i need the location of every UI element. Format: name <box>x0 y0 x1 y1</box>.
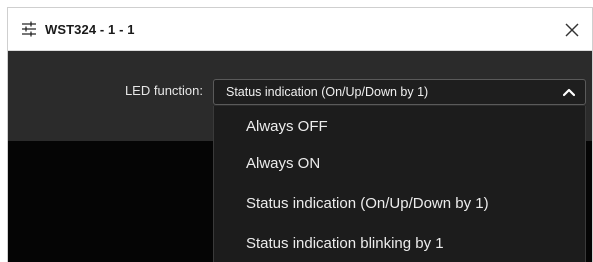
close-icon[interactable] <box>560 18 584 42</box>
led-function-label: LED function: <box>124 83 203 98</box>
led-settings-dialog: WST324 - 1 - 1 LED function: Status indi… <box>8 8 592 262</box>
dialog-titlebar: WST324 - 1 - 1 <box>8 8 592 51</box>
led-function-select[interactable]: Status indication (On/Up/Down by 1) <box>213 79 586 105</box>
option-status-indication-blinking[interactable]: Status indication blinking by 1 <box>214 225 585 262</box>
led-function-selected-value: Status indication (On/Up/Down by 1) <box>226 85 429 99</box>
option-status-indication[interactable]: Status indication (On/Up/Down by 1) <box>214 185 585 222</box>
led-function-dropdown: Always OFF Always ON Status indication (… <box>213 106 586 262</box>
dialog-title: WST324 - 1 - 1 <box>45 22 135 37</box>
option-always-on[interactable]: Always ON <box>214 145 585 182</box>
chevron-up-icon <box>563 88 575 97</box>
option-always-off[interactable]: Always OFF <box>214 108 585 145</box>
sliders-icon <box>22 21 36 37</box>
